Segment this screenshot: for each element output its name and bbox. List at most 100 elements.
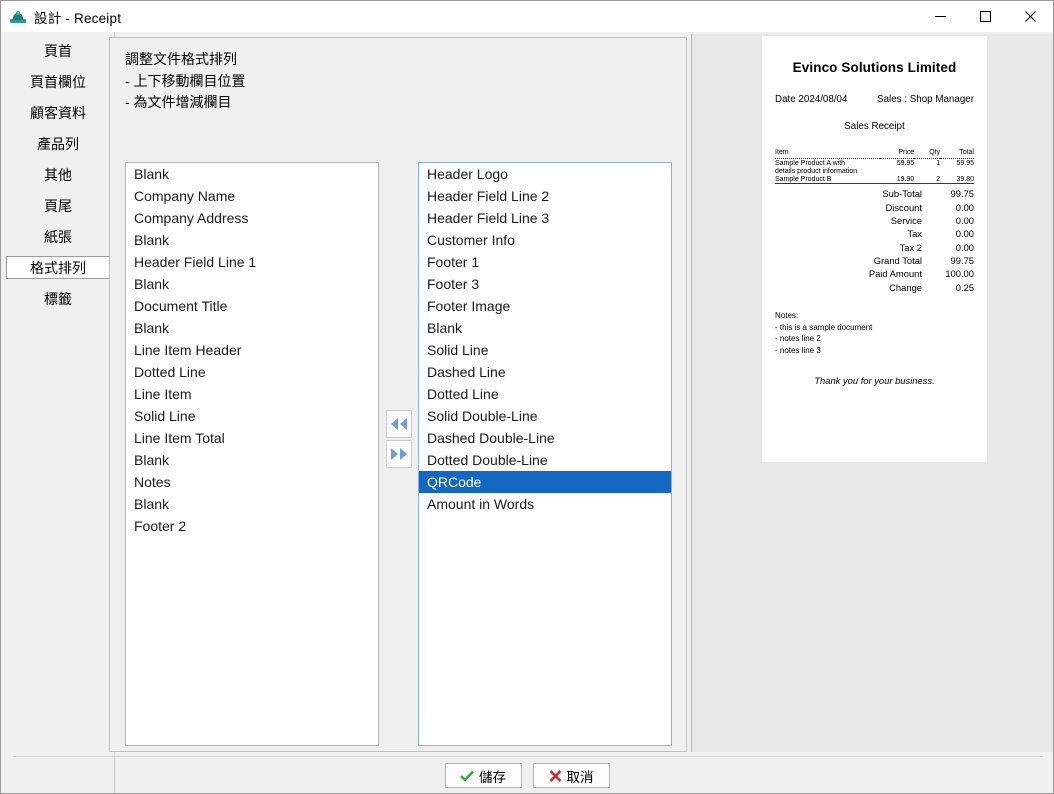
item-total: 39.80 <box>940 175 974 184</box>
notes-line: - notes line 3 <box>775 345 821 355</box>
cancel-button[interactable]: 取消 <box>532 763 610 788</box>
list-item[interactable]: Blank <box>126 163 378 185</box>
col-total: Total <box>940 149 974 159</box>
sidebar-item-0[interactable]: 頁首 <box>6 39 110 62</box>
list-item[interactable]: Header Field Line 2 <box>419 185 671 207</box>
list-item[interactable]: Blank <box>419 317 671 339</box>
item-name-detail: details product information <box>775 168 858 175</box>
list-item[interactable]: Header Field Line 3 <box>419 207 671 229</box>
cross-icon <box>549 769 561 782</box>
sidebar-item-2[interactable]: 顧客資料 <box>6 101 110 124</box>
receipt-date: Date 2024/08/04 <box>775 94 848 105</box>
receipt-notes: Notes: - this is a sample document - note… <box>775 310 974 356</box>
total-label: Change <box>889 281 922 293</box>
receipt-thanks: Thank you for your business. <box>814 375 935 387</box>
list-item[interactable]: Header Logo <box>419 163 671 185</box>
item-qty: 1 <box>936 160 941 167</box>
receipt-company-name: Evinco Solutions Limited <box>792 60 957 75</box>
list-item[interactable]: Notes <box>126 471 378 493</box>
sidebar-item-1[interactable]: 頁首欄位 <box>6 70 110 93</box>
col-qty: Qty <box>914 149 941 159</box>
list-item[interactable]: Blank <box>126 317 378 339</box>
list-item[interactable]: Dotted Line <box>419 383 671 405</box>
sidebar-item-label: 頁首欄位 <box>30 73 86 90</box>
sidebar-item-label: 紙張 <box>44 228 72 245</box>
available-listbox[interactable]: Header Logo Header Field Line 2 Header Fie… <box>418 162 672 746</box>
list-item[interactable]: Footer 3 <box>419 273 671 295</box>
list-item[interactable]: Footer 2 <box>126 515 378 537</box>
save-button-label: 儲存 <box>479 769 506 785</box>
list-item[interactable]: Line Item Header <box>126 339 378 361</box>
item-total: 59.95 <box>956 160 974 167</box>
list-item[interactable]: Blank <box>126 273 378 295</box>
list-item[interactable]: Line Item Total <box>126 427 378 449</box>
list-item[interactable]: Footer 1 <box>419 251 671 273</box>
notes-title: Notes: <box>775 311 799 320</box>
list-item[interactable]: Footer Image <box>419 295 671 317</box>
list-item[interactable]: Company Address <box>126 207 378 229</box>
sidebar-item-6[interactable]: 紙張 <box>6 225 110 248</box>
maximize-button[interactable] <box>963 1 1008 32</box>
receipt-total-row: Discount 0.00 <box>775 200 974 213</box>
receipt-meta-row: Date 2024/08/04 Sales : Shop Manager <box>775 94 974 105</box>
sidebar-item-4[interactable]: 其他 <box>6 163 110 186</box>
preview-panel: Evinco Solutions Limited Date 2024/08/04… <box>691 34 1053 752</box>
transfer-left-button[interactable] <box>386 410 412 438</box>
list-item[interactable]: Solid Double-Line <box>419 405 671 427</box>
item-name: Sample Product B <box>775 175 881 184</box>
app-icon <box>10 9 26 25</box>
receipt-total-row: Tax 2 0.00 <box>775 241 974 254</box>
receipt-document-title: Sales Receipt <box>844 121 905 132</box>
list-item[interactable]: Dashed Line <box>419 361 671 383</box>
sidebar-item-label: 頁尾 <box>44 197 72 214</box>
check-icon <box>460 770 474 782</box>
sidebar-item-label: 頁首 <box>44 42 72 59</box>
list-item[interactable]: Line Item <box>126 383 378 405</box>
receipt-item-row: Sample Product A with 59.95 1 59.95 <box>775 159 974 167</box>
list-item[interactable]: Company Name <box>126 185 378 207</box>
list-item[interactable]: Amount in Words <box>419 493 671 515</box>
list-item[interactable]: Document Title <box>126 295 378 317</box>
transfer-right-button[interactable] <box>386 440 412 468</box>
sidebar-item-8[interactable]: 標籤 <box>6 287 110 310</box>
receipt-table-header: Item Price Qty Total <box>775 149 974 159</box>
total-label: Discount <box>885 201 922 213</box>
list-item[interactable]: Dashed Double-Line <box>419 427 671 449</box>
receipt-sales: Sales : Shop Manager <box>877 94 974 105</box>
total-label: Grand Total <box>873 255 922 267</box>
list-item[interactable]: Solid Line <box>419 339 671 361</box>
receipt-line-items-table: Item Price Qty Total Sample Product A wi… <box>775 149 974 184</box>
list-item[interactable]: QRCode <box>419 471 671 493</box>
receipt-total-row: Service 0.00 <box>775 214 974 227</box>
notes-line: - notes line 2 <box>775 334 821 344</box>
arrangement-listbox[interactable]: Blank Company Name Company Address Blank Hea… <box>125 162 379 746</box>
col-item: Item <box>775 149 881 159</box>
minimize-button[interactable] <box>918 1 963 32</box>
total-value: 0.00 <box>955 214 974 226</box>
list-item[interactable]: Header Field Line 1 <box>126 251 378 273</box>
total-label: Sub-Total <box>882 188 922 200</box>
receipt-preview: Evinco Solutions Limited Date 2024/08/04… <box>762 36 987 462</box>
list-item[interactable]: Blank <box>126 229 378 251</box>
sidebar-item-label: 其他 <box>44 166 72 183</box>
close-button[interactable] <box>1008 1 1053 32</box>
sidebar-item-7[interactable]: 格式排列 <box>6 256 110 279</box>
list-item[interactable]: Dotted Line <box>126 361 378 383</box>
sidebar: 頁首頁首欄位顧客資料產品列其他頁尾紙張格式排列標籤 <box>2 32 115 793</box>
list-item[interactable]: Blank <box>126 493 378 515</box>
receipt-total-row: Tax 0.00 <box>775 227 974 240</box>
total-value: 0.00 <box>955 201 974 213</box>
receipt-item-detail-row: details product information <box>775 167 974 175</box>
sidebar-item-3[interactable]: 產品列 <box>6 132 110 155</box>
list-item[interactable]: Customer Info <box>419 229 671 251</box>
list-item[interactable]: Blank <box>126 449 378 471</box>
total-value: 100.00 <box>945 268 974 280</box>
footer-buttons: 儲存 取消 <box>1 763 1053 788</box>
sidebar-item-5[interactable]: 頁尾 <box>6 194 110 217</box>
list-item[interactable]: Dotted Double-Line <box>419 449 671 471</box>
sidebar-item-label: 顧客資料 <box>30 104 86 121</box>
save-button[interactable]: 儲存 <box>444 763 522 788</box>
window-title: 設計 - Receipt <box>34 10 122 26</box>
instruction-line-2: - 上下移動欄目位置 <box>125 72 246 89</box>
list-item[interactable]: Solid Line <box>126 405 378 427</box>
